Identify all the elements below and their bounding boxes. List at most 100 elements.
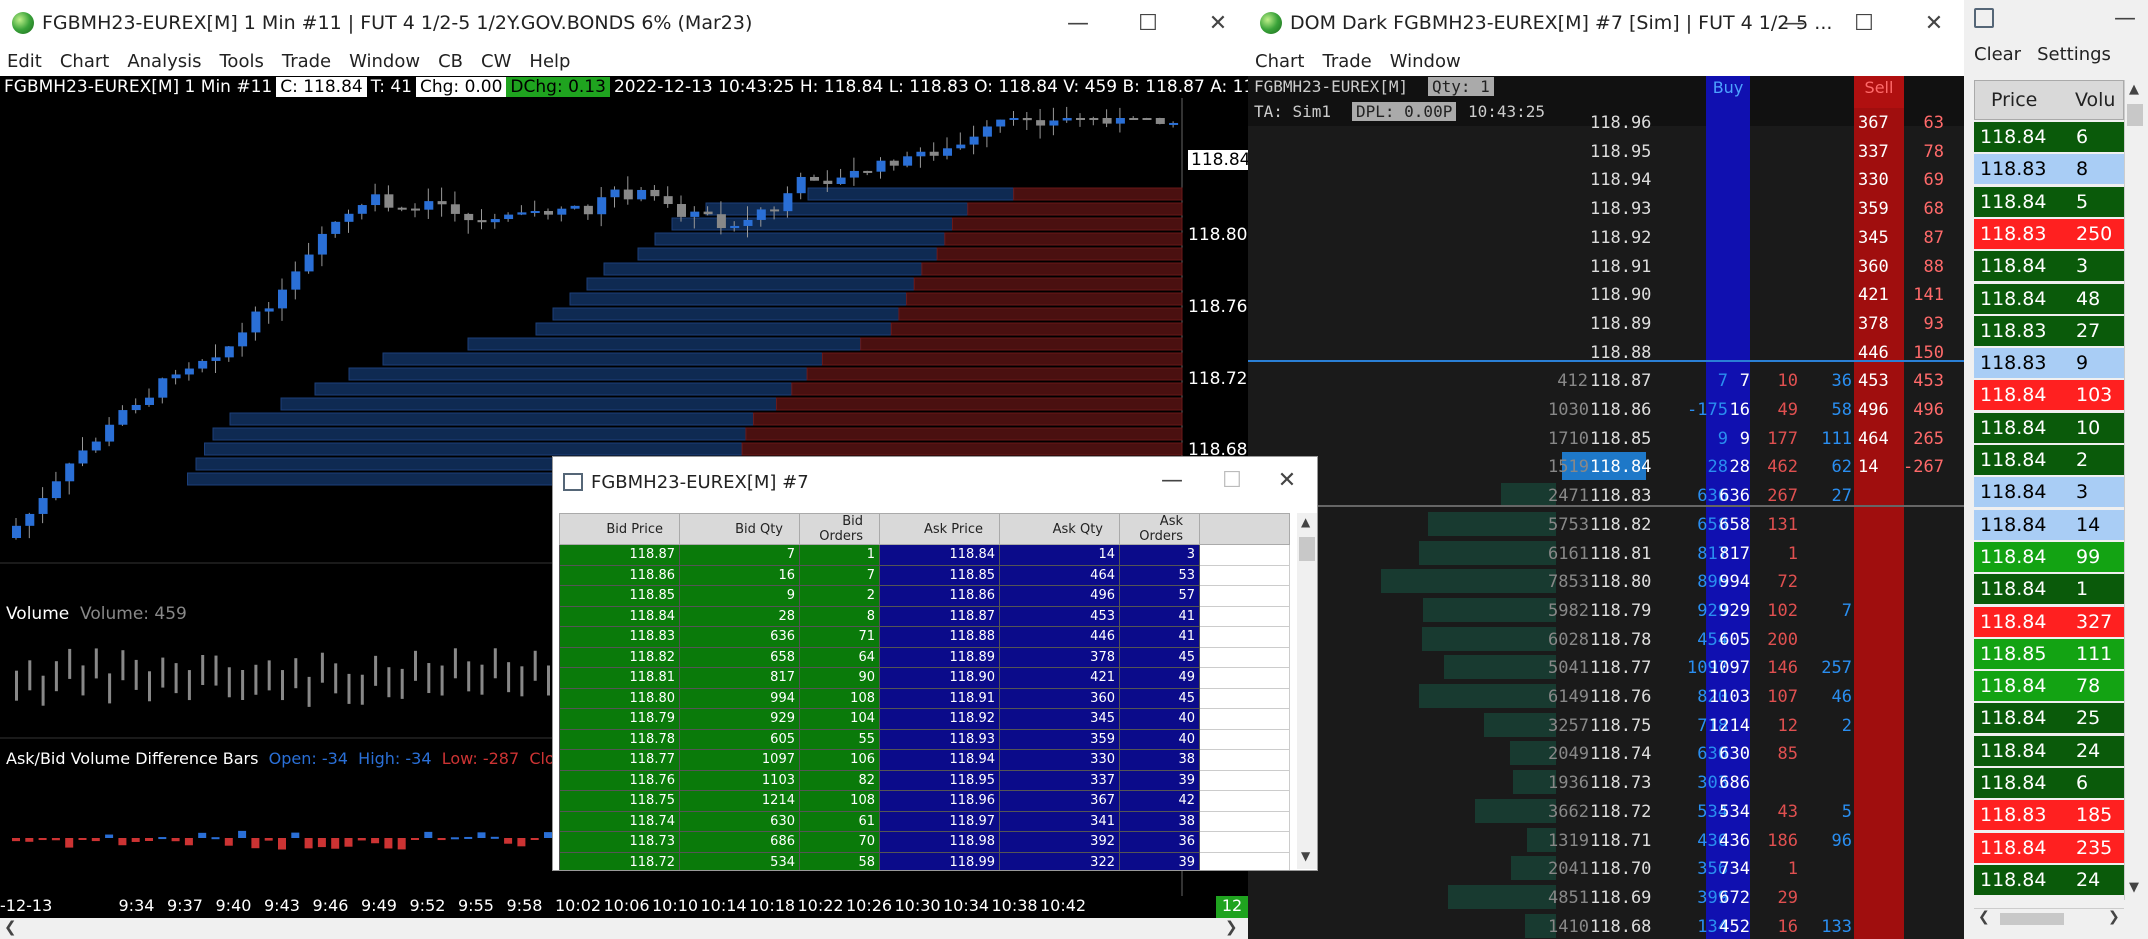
ladder-row[interactable]: 6161 118.81 817 817 1 <box>1248 539 1964 568</box>
sell-column-header[interactable]: Sell <box>1854 76 1904 108</box>
trade-row[interactable]: 118.83 9 <box>1974 348 2124 379</box>
menu-analysis[interactable]: Analysis <box>127 51 201 72</box>
trade-row[interactable]: 118.84 6 <box>1974 768 2124 798</box>
depth-table[interactable]: Bid Price Bid Qty Bid Orders Ask Price Ask Q… <box>559 513 1290 870</box>
ts-price-header[interactable]: Price <box>1975 89 2075 111</box>
ladder-row[interactable]: 6028 118.78 454 605 200 <box>1248 625 1964 654</box>
chart-horizontal-scrollbar[interactable]: ❮ ❯ <box>0 918 1248 939</box>
table-row[interactable]: 118.72 534 58 118.99 322 39 <box>559 851 1290 870</box>
column-header[interactable]: Ask Price <box>879 513 1000 545</box>
ladder-row[interactable]: 3257 118.75 718 1214 12 2 <box>1248 711 1964 740</box>
column-header[interactable]: Ask Qty <box>999 513 1120 545</box>
scroll-right-icon[interactable]: ❯ <box>2108 909 2120 925</box>
ladder-row[interactable]: 1410 118.68 134 452 16 133 <box>1248 912 1964 939</box>
menu-cw[interactable]: CW <box>481 51 511 72</box>
ladder-row[interactable]: 2041 118.70 356 734 1 <box>1248 854 1964 883</box>
menu-chart[interactable]: Chart <box>60 51 109 72</box>
table-row[interactable]: 118.79 929 104 118.92 345 40 <box>559 708 1290 730</box>
trade-row[interactable]: 118.84 5 <box>1974 186 2124 217</box>
table-row[interactable]: 118.84 28 8 118.87 453 41 <box>559 605 1290 627</box>
trade-row[interactable]: 118.84 235 <box>1974 832 2124 863</box>
table-row[interactable]: 118.78 605 55 118.93 359 40 <box>559 728 1290 750</box>
ladder-row[interactable]: 118.89 378 93 <box>1248 309 1964 338</box>
trade-row[interactable]: 118.84 99 <box>1974 541 2124 572</box>
scroll-right-icon[interactable]: ❯ <box>1225 918 1238 936</box>
ladder-row[interactable]: 118.90 421 141 <box>1248 280 1964 309</box>
ladder-row[interactable]: 118.95 337 78 <box>1248 137 1964 166</box>
maximize-icon[interactable]: ☐ <box>1834 0 1894 46</box>
scroll-up-icon[interactable]: ▲ <box>2129 82 2139 97</box>
menu-tools[interactable]: Tools <box>220 51 264 72</box>
menu-trade[interactable]: Trade <box>1322 51 1371 72</box>
minimize-icon[interactable]: — <box>1147 457 1197 503</box>
ladder-row[interactable]: 3662 118.72 534 534 43 5 <box>1248 797 1964 826</box>
ladder-row[interactable]: 412 118.87 7 7 10 36 453 453 <box>1248 366 1964 395</box>
close-icon[interactable]: ✕ <box>1188 0 1248 46</box>
trade-row[interactable]: 118.84 14 <box>1974 509 2124 540</box>
trade-row[interactable]: 118.85 111 <box>1974 638 2124 669</box>
ladder-row[interactable]: 5982 118.79 929 929 102 7 <box>1248 596 1964 625</box>
ts-vertical-scrollbar[interactable]: ▲ ▼ <box>2124 80 2144 900</box>
ladder-row[interactable]: 7853 118.80 896 994 72 <box>1248 567 1964 596</box>
table-row[interactable]: 118.86 16 7 118.85 464 53 <box>559 564 1290 586</box>
scroll-thumb[interactable] <box>1299 537 1315 561</box>
scroll-left-icon[interactable]: ❮ <box>4 918 17 936</box>
trade-row[interactable]: 118.84 103 <box>1974 380 2124 411</box>
table-row[interactable]: 118.75 1214 108 118.96 367 42 <box>559 790 1290 812</box>
ladder-row[interactable]: 1936 118.73 303 686 <box>1248 768 1964 797</box>
scroll-thumb[interactable] <box>2000 913 2064 925</box>
close-icon[interactable]: ✕ <box>1257 457 1317 503</box>
table-row[interactable]: 118.74 630 61 118.97 341 38 <box>559 810 1290 832</box>
trade-row[interactable]: 118.84 3 <box>1974 251 2124 282</box>
table-row[interactable]: 118.85 9 2 118.86 496 57 <box>559 585 1290 607</box>
ladder-row[interactable]: 1519 118.84 28 28 462 62 14 -267 <box>1248 452 1964 481</box>
maximize-icon[interactable]: ☐ <box>1118 0 1178 46</box>
trade-row[interactable]: 118.84 24 <box>1974 735 2124 766</box>
menu-chart[interactable]: Chart <box>1255 51 1304 72</box>
ladder-row[interactable]: 118.88 446 150 <box>1248 338 1964 367</box>
trade-row[interactable]: 118.84 25 <box>1974 703 2124 734</box>
trade-row[interactable]: 118.84 48 <box>1974 283 2124 314</box>
ladder-row[interactable]: 1710 118.85 9 9 177 111 464 265 <box>1248 424 1964 453</box>
scroll-thumb[interactable] <box>2127 104 2143 126</box>
table-row[interactable]: 118.77 1097 106 118.94 330 38 <box>559 749 1290 771</box>
trade-row[interactable]: 118.84 327 <box>1974 606 2124 637</box>
menu-cb[interactable]: CB <box>438 51 463 72</box>
trade-row[interactable]: 118.84 24 <box>1974 864 2124 895</box>
menu-edit[interactable]: Edit <box>7 51 42 72</box>
trade-row[interactable]: 118.83 185 <box>1974 800 2124 831</box>
trade-row[interactable]: 118.84 2 <box>1974 445 2124 475</box>
menu-window[interactable]: Window <box>1390 51 1461 72</box>
table-row[interactable]: 118.80 994 108 118.91 360 45 <box>559 687 1290 709</box>
ladder-row[interactable]: 5753 118.82 658 658 131 <box>1248 510 1964 539</box>
ladder-row[interactable]: 2049 118.74 630 630 85 <box>1248 739 1964 768</box>
trade-row[interactable]: 118.84 3 <box>1974 477 2124 508</box>
ladder-row[interactable]: 118.92 345 87 <box>1248 223 1964 252</box>
trade-row[interactable]: 118.83 8 <box>1974 154 2124 185</box>
menu-trade[interactable]: Trade <box>282 51 331 72</box>
close-icon[interactable]: ✕ <box>1904 0 1964 46</box>
ladder-row[interactable]: 118.96 367 63 <box>1248 108 1964 137</box>
trade-row[interactable]: 118.84 78 <box>1974 671 2124 702</box>
table-row[interactable]: 118.83 636 71 118.88 446 41 <box>559 626 1290 648</box>
qty-field[interactable]: Qty: 1 <box>1428 77 1494 96</box>
table-row[interactable]: 118.82 658 64 118.89 378 45 <box>559 646 1290 668</box>
ladder-row[interactable]: 1030 118.86 -175 16 49 58 496 496 <box>1248 395 1964 424</box>
menu-help[interactable]: Help <box>529 51 570 72</box>
ladder-row[interactable]: 118.91 360 88 <box>1248 252 1964 281</box>
orders-vertical-scrollbar[interactable]: ▲ ▼ <box>1297 513 1317 869</box>
scroll-down-icon[interactable]: ▼ <box>2129 880 2139 895</box>
buy-column-header[interactable]: Buy <box>1706 76 1750 108</box>
ladder-row[interactable]: 5041 118.77 1097 1097 146 257 <box>1248 653 1964 682</box>
minimize-icon[interactable]: — <box>1764 0 1824 46</box>
trade-row[interactable]: 118.83 250 <box>1974 218 2124 249</box>
table-row[interactable]: 118.87 7 1 118.84 14 3 <box>559 544 1290 566</box>
trade-row[interactable]: 118.84 1 <box>1974 574 2124 605</box>
trade-row[interactable]: 118.84 6 <box>1974 122 2124 152</box>
settings-button[interactable]: Settings <box>2037 44 2111 65</box>
menu-window[interactable]: Window <box>349 51 420 72</box>
trade-row[interactable]: 118.83 27 <box>1974 315 2124 346</box>
clear-button[interactable]: Clear <box>1974 44 2021 65</box>
ts-horizontal-scrollbar[interactable]: ❮ ❯ <box>1974 908 2124 928</box>
ladder-row[interactable]: 6149 118.76 820 1103 107 46 <box>1248 682 1964 711</box>
